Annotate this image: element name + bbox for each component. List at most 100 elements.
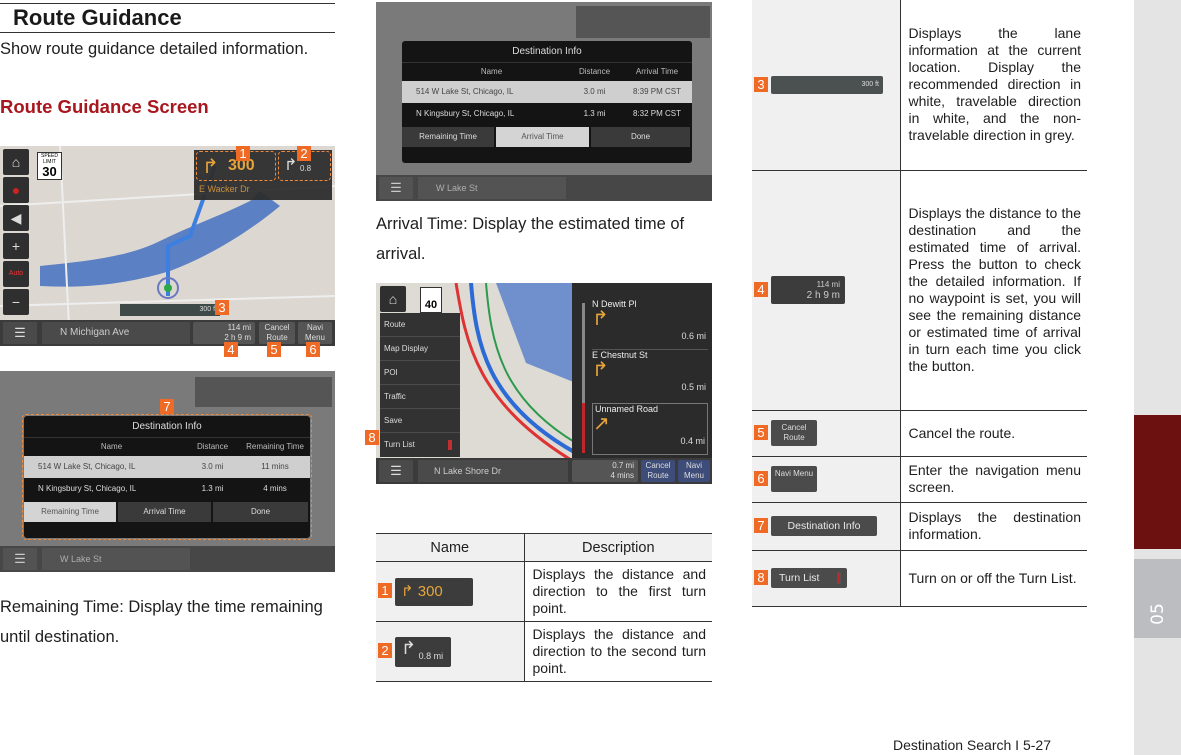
remaining-time-caption: Remaining Time: Display the time remaini… — [0, 598, 323, 646]
chapter-tab-strip — [1134, 0, 1181, 755]
callout-badge: 5 — [267, 342, 281, 357]
turn-list-panel: N Dewitt Pl ↱ 0.6 mi E Chestnut St ↱ 0.5… — [572, 283, 712, 459]
destination-time: 8:39 PM CST — [632, 87, 681, 96]
zoom-out-icon[interactable]: − — [3, 289, 29, 315]
remaining-time-button[interactable]: Remaining Time — [402, 127, 494, 147]
navi-side-menu: Route Map Display POI Traffic Save Turn … — [380, 313, 460, 457]
callout-badge: 2 — [297, 146, 311, 161]
header-description: Description — [524, 533, 712, 562]
turn-item[interactable]: N Dewitt Pl ↱ 0.6 mi — [592, 299, 708, 349]
menu-icon[interactable]: ☰ — [379, 177, 413, 199]
arrival-time-caption: Arrival Time: Display the estimated time… — [376, 215, 685, 263]
cancel-route-button[interactable]: Cancel Route — [641, 460, 675, 482]
description-cell: Displays the distance to the destination… — [900, 170, 1087, 411]
header-arrival-time: Arrival Time — [635, 67, 679, 76]
callout-badge: 6 — [306, 342, 320, 357]
remaining-time: 2 h 9 m — [224, 333, 251, 342]
remaining-distance-button[interactable]: 0.7 mi 4 mins — [572, 460, 638, 482]
waypoint-row[interactable]: N Kingsbury St, Chicago, IL 1.3 mi 8:32 … — [402, 103, 692, 125]
auto-zoom-icon[interactable]: Auto — [3, 261, 29, 287]
callout-badge: 3 — [215, 300, 229, 315]
turn-street: N Dewitt Pl — [592, 299, 637, 309]
intro-text: Show route guidance detailed information… — [0, 40, 309, 58]
description-cell: Displays the destination information. — [900, 502, 1087, 551]
destination-row[interactable]: 514 W Lake St, Chicago, IL 3.0 mi 8:39 P… — [402, 81, 692, 103]
name-cell: 5 Cancel Route — [752, 410, 901, 457]
menu-icon[interactable]: ☰ — [379, 460, 413, 482]
chip-time: 2 h 9 m — [806, 290, 840, 301]
row-badge: 6 — [754, 470, 768, 486]
description-cell: Cancel the route. — [900, 410, 1087, 457]
menu-item-map-display[interactable]: Map Display — [380, 337, 460, 361]
description-cell: Enter the navigation menu screen. — [900, 456, 1087, 503]
zoom-in-icon[interactable]: + — [3, 233, 29, 259]
turn-right-arrow-icon: ↱ — [202, 156, 219, 178]
row-badge: 3 — [754, 76, 768, 92]
done-button[interactable]: Done — [591, 127, 690, 147]
table-row: 7 Destination Info Displays the destinati… — [752, 502, 1087, 551]
name-cell: 2 ↱ 0.8 mi — [376, 621, 525, 682]
menu-item-traffic[interactable]: Traffic — [380, 385, 460, 409]
turn-item[interactable]: E Chestnut St ↱ 0.5 mi — [592, 349, 708, 399]
callout-badge: 7 — [160, 399, 174, 414]
name-cell: 3 300 ft — [752, 0, 901, 171]
turn-list-progress — [582, 403, 585, 453]
name-cell: 7 Destination Info — [752, 502, 901, 551]
volume-icon[interactable]: ◀ — [3, 205, 29, 231]
home-icon[interactable]: ⌂ — [380, 286, 406, 312]
turn-right-arrow-icon: ↱ — [284, 157, 298, 174]
destination-info-chip: Destination Info — [771, 516, 877, 536]
page-footer: Destination Search I 5-27 — [893, 737, 1051, 753]
navi-menu-button[interactable]: Navi Menu — [678, 460, 710, 482]
bottom-bar: ☰ W Lake St — [376, 175, 712, 201]
destination-distance: 3.0 mi — [583, 87, 606, 96]
destination-name: 514 W Lake St, Chicago, IL — [416, 87, 514, 96]
lane-info-chip: 300 ft — [771, 75, 883, 94]
menu-item-route[interactable]: Route — [380, 313, 460, 337]
destination-info-arrival-screenshot: Destination Info Name Distance Arrival T… — [376, 2, 712, 201]
turn-slight-right-icon: ↗ — [593, 413, 610, 435]
remaining-distance-button[interactable]: 114 mi 2 h 9 m — [193, 322, 255, 344]
destination-info-dialog: Destination Info Name Distance Arrival T… — [402, 41, 692, 163]
callout-badge: 1 — [236, 146, 250, 161]
menu-item-save[interactable]: Save — [380, 409, 460, 433]
description-cell: Turn on or off the Turn List. — [900, 550, 1087, 607]
name-cell: 8 Turn List — [752, 550, 901, 607]
turn-list-label: Turn List — [384, 440, 415, 449]
header-distance: Distance — [578, 67, 611, 76]
remaining-distance: 0.7 mi — [612, 461, 634, 470]
arrival-time-button[interactable]: Arrival Time — [496, 127, 589, 147]
dialog-title: Destination Info — [402, 41, 692, 63]
row-badge: 4 — [754, 281, 768, 297]
table-row: 1 ↱ 300 Displays the distance and directi… — [376, 561, 712, 622]
turn-distance: 0.5 mi — [681, 382, 706, 392]
navi-menu-button[interactable]: Navi Menu — [298, 322, 332, 344]
menu-icon[interactable]: ☰ — [3, 322, 37, 344]
turn-item[interactable]: Unnamed Road ↗ 0.4 mi — [592, 403, 708, 455]
speed-limit-sign: 40 — [420, 287, 442, 313]
remaining-time: 4 mins — [610, 471, 634, 480]
route-guidance-screenshot: ⌂ ● ◀ + Auto − SPEED LIMIT 30 ↱ 300 ↱ 0.… — [0, 146, 335, 346]
description-cell: Displays the lane information at the cur… — [900, 0, 1087, 171]
navi-menu-chip: Navi Menu — [771, 466, 817, 492]
home-icon[interactable]: ⌂ — [3, 149, 29, 175]
current-street: N Lake Shore Dr — [418, 460, 568, 482]
waypoint-name: N Kingsbury St, Chicago, IL — [416, 109, 515, 118]
waypoint-time: 8:32 PM CST — [632, 109, 681, 118]
menu-item-poi[interactable]: POI — [380, 361, 460, 385]
map-pin-icon[interactable]: ● — [3, 177, 29, 203]
turn-street: E Chestnut St — [592, 350, 648, 360]
turn-right-arrow-icon: ↱ — [592, 308, 609, 330]
bottom-bar: ☰ N Lake Shore Dr 0.7 mi 4 mins Cancel R… — [376, 458, 712, 484]
table-row: 4 114 mi 2 h 9 m Displays the distance to … — [752, 170, 1087, 411]
menu-icon[interactable]: ☰ — [3, 548, 37, 570]
chapter-number: 05 — [1148, 603, 1168, 625]
turn-street: Unnamed Road — [595, 404, 659, 414]
menu-item-turn-list[interactable]: Turn List — [380, 433, 460, 457]
cancel-route-button[interactable]: Cancel Route — [259, 322, 295, 344]
callout-badge: 8 — [365, 430, 379, 445]
turn1-street: E Wacker Dr — [199, 184, 250, 194]
current-street: W Lake St — [418, 177, 566, 199]
turn-list-indicator — [448, 440, 452, 450]
chapter-tab-active — [1134, 415, 1181, 549]
